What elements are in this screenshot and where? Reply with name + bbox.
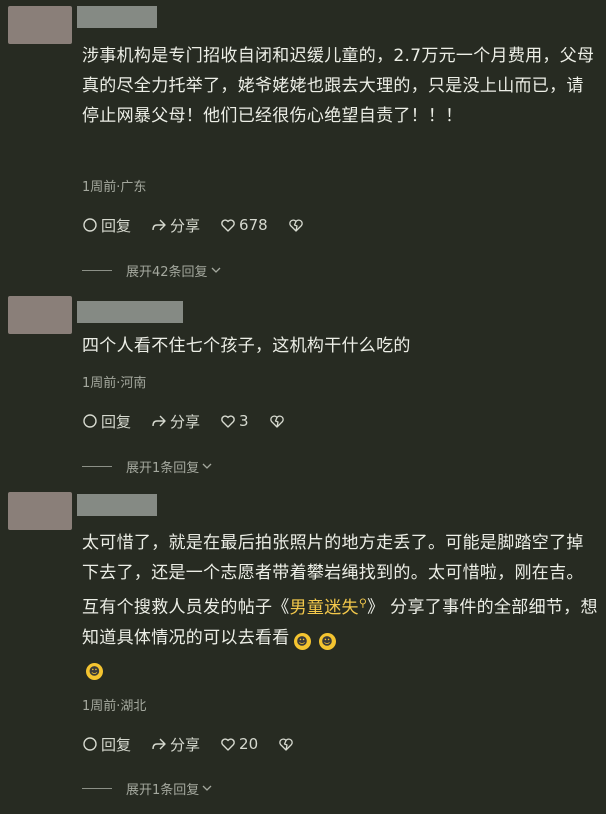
chevron-down-icon <box>202 463 212 469</box>
broken-heart-icon <box>269 415 284 428</box>
dislike-button[interactable] <box>278 736 294 752</box>
divider <box>82 465 112 467</box>
avatar[interactable] <box>8 296 72 334</box>
comment-bubble-icon <box>83 218 97 232</box>
post-link-label: 男童迷失 <box>289 597 359 618</box>
avatar[interactable] <box>8 6 72 44</box>
search-icon: ⚲ <box>358 596 368 609</box>
reply-button[interactable]: 回复 <box>82 215 131 236</box>
expand-replies-button[interactable]: 展开1条回复 <box>82 457 212 476</box>
comment-bubble-icon <box>83 737 97 751</box>
share-button[interactable]: 分享 <box>151 215 200 236</box>
like-count: 20 <box>239 735 259 753</box>
avatar[interactable] <box>8 492 72 530</box>
reply-label: 回复 <box>101 216 132 235</box>
divider <box>82 787 112 789</box>
heart-icon <box>221 219 235 232</box>
comment-text: 四个人看不住七个孩子，这机构干什么吃的 <box>82 336 411 356</box>
chevron-down-icon <box>211 267 221 273</box>
divider <box>82 269 112 271</box>
comment-actions: 回复 分享 678 <box>82 214 324 236</box>
crying-face-emoji: ☻ <box>318 632 336 650</box>
comment-text: 太可惜了，就是在最后拍张照片的地方走丢了。可能是脚踏空了掉下去了，还是一个志愿者… <box>82 528 598 683</box>
username-redacted[interactable] <box>77 494 157 516</box>
expand-replies-button[interactable]: 展开42条回复 <box>82 261 221 280</box>
share-arrow-icon <box>152 738 166 750</box>
crying-face-emoji: ☻ <box>293 632 311 650</box>
comment-item: 四个人看不住七个孩子，这机构干什么吃的 1周前·河南 回复 分享 3 展开1条回… <box>0 290 606 490</box>
share-arrow-icon <box>152 415 166 427</box>
reply-label: 回复 <box>101 412 132 431</box>
share-label: 分享 <box>170 216 201 235</box>
expand-replies-label: 展开42条回复 <box>126 264 208 280</box>
expand-replies-label: 展开1条回复 <box>126 460 200 476</box>
comment-actions: 回复 分享 20 <box>82 733 314 755</box>
share-arrow-icon <box>152 219 166 231</box>
like-count: 678 <box>239 216 268 234</box>
reply-button[interactable]: 回复 <box>82 734 131 755</box>
comment-actions: 回复 分享 3 <box>82 410 305 432</box>
broken-heart-icon <box>288 219 303 232</box>
comment-bubble-icon <box>83 414 97 428</box>
like-count: 3 <box>239 412 249 430</box>
comment-text: 涉事机构是专门招收自闭和迟缓儿童的，2.7万元一个月费用，父母真的尽全力托举了，… <box>82 46 595 126</box>
expand-replies-label: 展开1条回复 <box>126 782 200 798</box>
reply-button[interactable]: 回复 <box>82 411 131 432</box>
share-button[interactable]: 分享 <box>151 411 200 432</box>
comment-item: 涉事机构是专门招收自闭和迟缓儿童的，2.7万元一个月费用，父母真的尽全力托举了，… <box>0 0 606 290</box>
expand-replies-button[interactable]: 展开1条回复 <box>82 779 212 798</box>
like-button[interactable]: 20 <box>220 735 258 753</box>
dislike-button[interactable] <box>269 413 285 429</box>
comment-meta: 1周前·广东 <box>82 180 147 195</box>
broken-heart-icon <box>279 738 293 751</box>
share-button[interactable]: 分享 <box>151 734 200 755</box>
reply-label: 回复 <box>101 735 132 754</box>
like-button[interactable]: 678 <box>220 216 268 234</box>
share-label: 分享 <box>170 735 201 754</box>
chevron-down-icon <box>202 785 212 791</box>
heart-icon <box>221 415 235 428</box>
comment-meta: 1周前·河南 <box>82 376 147 391</box>
comment-item: 太可惜了，就是在最后拍张照片的地方走丢了。可能是脚踏空了掉下去了，还是一个志愿者… <box>0 490 606 814</box>
like-button[interactable]: 3 <box>220 412 249 430</box>
username-redacted[interactable] <box>77 301 183 323</box>
post-link[interactable]: 男童迷失⚲ <box>289 596 368 618</box>
comment-meta: 1周前·湖北 <box>82 699 147 714</box>
dislike-button[interactable] <box>288 217 304 233</box>
heart-icon <box>221 738 235 751</box>
share-label: 分享 <box>170 412 201 431</box>
username-redacted[interactable] <box>77 6 157 28</box>
crying-face-emoji: ☻ <box>86 662 103 680</box>
